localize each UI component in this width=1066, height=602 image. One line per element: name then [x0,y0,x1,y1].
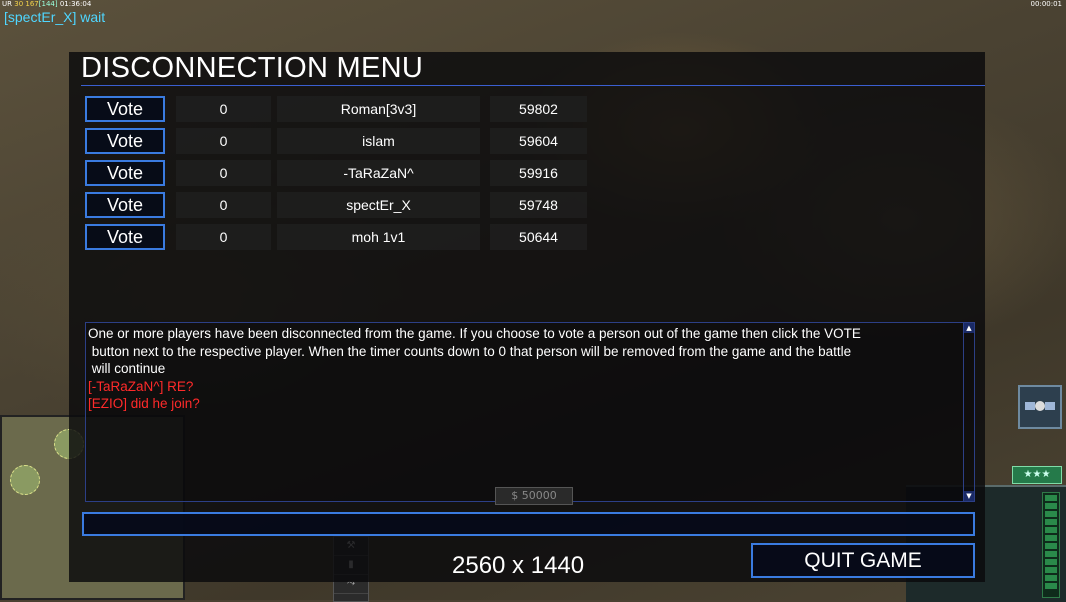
system-message-line: will continue [88,361,166,376]
vote-button[interactable]: Vote [85,128,165,154]
player-timer: 59604 [490,128,587,154]
power-meter [1042,492,1060,598]
player-name: spectEr_X [277,192,480,218]
vote-button[interactable]: Vote [85,96,165,122]
player-timer: 50644 [490,224,587,250]
chat-input[interactable] [82,512,975,536]
disconnection-menu: DISCONNECTION MENU Vote 0 Roman[3v3] 598… [69,52,985,582]
vote-count: 0 [176,192,271,218]
chat-scrollbar[interactable]: ▲ ▼ [963,323,974,501]
satellite-power-button[interactable] [1018,385,1062,429]
hud-stat-b: 167 [25,0,39,8]
hud-game-time: 01:36:04 [59,0,92,8]
chat-message: [EZIO] did he join? [88,396,200,411]
minimap-marker [10,465,40,495]
hud-clock: 00:00:01 [1030,0,1062,8]
scroll-up-icon[interactable]: ▲ [964,323,974,333]
player-timer: 59802 [490,96,587,122]
vote-button[interactable]: Vote [85,224,165,250]
hud-stat-a: 30 [14,0,24,8]
player-name: Roman[3v3] [277,96,480,122]
satellite-icon [1025,401,1055,411]
money-display: $ 50000 [495,487,573,505]
system-message-line: button next to the respective player. Wh… [88,343,852,359]
player-timer: 59748 [490,192,587,218]
chat-log[interactable]: One or more players have been disconnect… [85,322,975,502]
player-name: moh 1v1 [277,224,480,250]
system-message-line: One or more players have been disconnect… [88,326,861,341]
quit-game-button[interactable]: QUIT GAME [751,543,975,578]
hud-stats: UR 30 167[144] 01:36:04 [2,0,91,8]
vote-button[interactable]: Vote [85,160,165,186]
player-status-text: [spectEr_X] wait [4,9,106,25]
player-name: -TaRaZaN^ [277,160,480,186]
player-timer: 59916 [490,160,587,186]
chat-log-text: One or more players have been disconnect… [88,325,962,413]
rank-stars: ★★★ [1012,466,1062,484]
vote-count: 0 [176,96,271,122]
scroll-down-icon[interactable]: ▼ [964,491,974,501]
vote-count: 0 [176,128,271,154]
chat-message: [-TaRaZaN^] RE? [88,378,194,394]
player-name: islam [277,128,480,154]
resolution-overlay: 2560 x 1440 [452,552,585,579]
hud-stat-c: [144] [38,0,58,8]
vote-count: 0 [176,224,271,250]
title-divider [81,85,985,86]
dialog-title: DISCONNECTION MENU [81,52,424,84]
hud-stat-prefix: UR [2,0,12,8]
vote-button[interactable]: Vote [85,192,165,218]
vote-count: 0 [176,160,271,186]
